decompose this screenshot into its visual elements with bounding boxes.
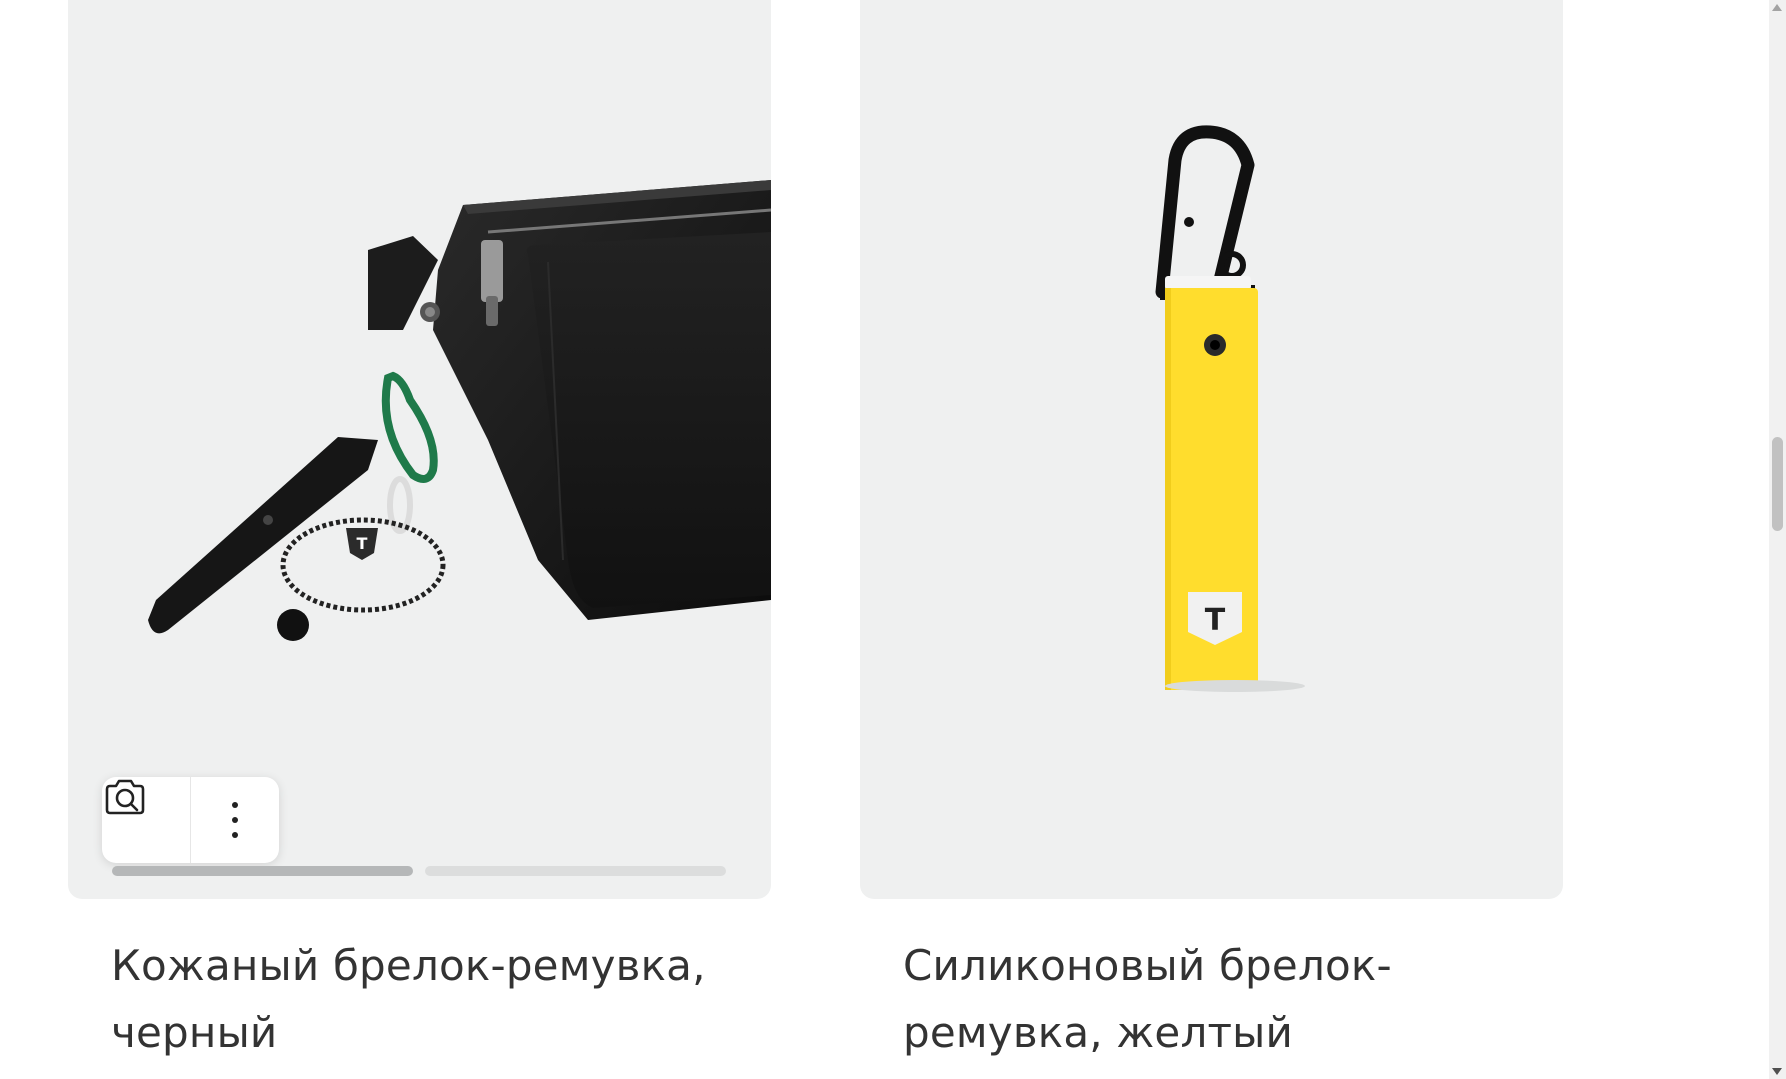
product-title[interactable]: Кожаный брелок-ремувка, черный [111, 932, 751, 1066]
svg-text:T: T [357, 534, 368, 553]
visual-search-button[interactable] [102, 777, 190, 863]
yellow-keyring-illustration: T [1155, 125, 1305, 692]
product-card-silicone-yellow[interactable]: T Силиконовый брелок-ремувка, желтый [860, 0, 1563, 1057]
camera-search-icon [105, 779, 145, 815]
leather-bag-illustration: T [148, 180, 771, 641]
product-image[interactable]: T [68, 0, 771, 899]
page-edge [1758, 0, 1768, 1079]
scroll-thumb[interactable] [1772, 437, 1783, 531]
svg-text:T: T [1205, 603, 1226, 638]
product-title[interactable]: Силиконовый брелок-ремувка, желтый [903, 932, 1543, 1066]
gallery-progress-segment[interactable] [425, 866, 726, 876]
scroll-up-arrow-icon[interactable] [1772, 4, 1782, 11]
more-options-button[interactable] [190, 777, 279, 863]
product-card-leather-black[interactable]: T Кожаный брелок-ремувка, черный [68, 0, 771, 1057]
scroll-down-arrow-icon[interactable] [1772, 1068, 1782, 1075]
product-grid-page: T Кожаный брелок-ремувка, черный T Силик… [0, 0, 1786, 1079]
gallery-progress [112, 866, 726, 876]
gallery-progress-segment-active[interactable] [112, 866, 413, 876]
vertical-scrollbar[interactable] [1769, 0, 1786, 1079]
image-actions-panel [102, 777, 279, 863]
product-image[interactable]: T [860, 0, 1563, 899]
more-vertical-icon [232, 802, 238, 838]
